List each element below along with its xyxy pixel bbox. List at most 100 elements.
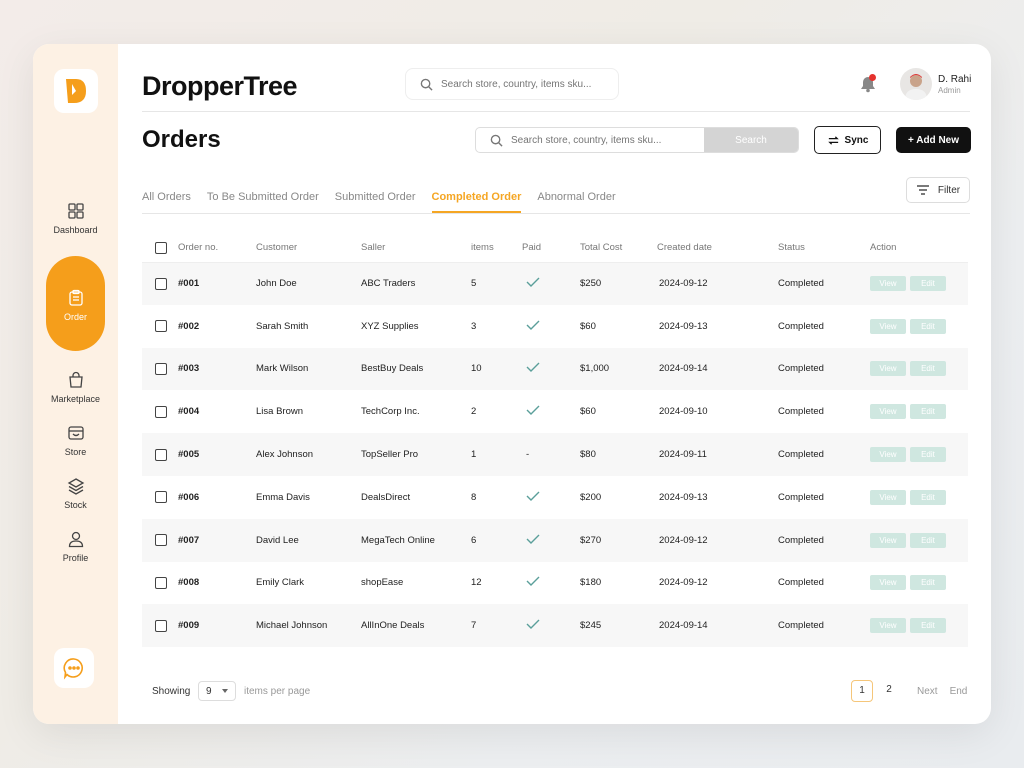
row-checkbox[interactable] <box>155 320 167 333</box>
table-row[interactable]: #001 John Doe ABC Traders 5 $250 2024-09… <box>142 262 968 305</box>
row-checkbox[interactable] <box>155 448 167 461</box>
paid-cell <box>522 347 580 391</box>
table-row[interactable]: #006 Emma Davis DealsDirect 8 $200 2024-… <box>142 476 968 519</box>
filter-label: Filter <box>937 184 961 196</box>
tab-abnormal[interactable]: Abnormal Order <box>537 191 615 213</box>
edit-button[interactable]: Edit <box>910 489 946 505</box>
edit-button[interactable]: Edit <box>910 575 946 591</box>
top-search-box[interactable] <box>405 68 619 100</box>
table-header-row: Order no. Customer Saller items Paid Tot… <box>142 234 968 263</box>
page-2-button[interactable]: 2 <box>878 680 900 702</box>
created-date: 2024-09-12 <box>659 577 708 589</box>
table-row[interactable]: #005 Alex Johnson TopSeller Pro 1 - $80 … <box>142 433 968 476</box>
end-page-link[interactable]: End <box>950 686 968 697</box>
total-cost: $200 <box>580 491 602 503</box>
seller-name: ABC Traders <box>361 262 471 305</box>
view-button[interactable]: View <box>870 532 906 548</box>
order-number: #008 <box>178 577 200 589</box>
col-seller: Saller <box>361 234 471 263</box>
search-button[interactable]: Search <box>704 128 798 152</box>
created-date: 2024-09-13 <box>659 320 708 332</box>
sidebar-item-marketplace[interactable]: Marketplace <box>33 371 118 404</box>
view-button[interactable]: View <box>870 361 906 377</box>
top-search-input[interactable] <box>441 78 601 90</box>
items-count: 8 <box>471 491 477 503</box>
sidebar-item-dashboard[interactable]: Dashboard <box>33 202 118 235</box>
check-icon <box>526 405 540 416</box>
table-row[interactable]: #007 David Lee MegaTech Online 6 $270 20… <box>142 518 968 562</box>
action-cell: View Edit <box>870 518 968 562</box>
app-logo[interactable] <box>54 69 98 113</box>
row-checkbox[interactable] <box>155 362 167 375</box>
add-new-button[interactable]: + Add New <box>896 127 971 153</box>
edit-button[interactable]: Edit <box>910 618 946 634</box>
sync-label: Sync <box>844 134 869 146</box>
row-checkbox[interactable] <box>155 576 167 589</box>
orders-table: Order no. Customer Saller items Paid Tot… <box>142 234 968 648</box>
action-cell: View Edit <box>870 262 968 305</box>
orders-search-input[interactable] <box>511 134 701 146</box>
view-button[interactable]: View <box>870 575 906 591</box>
table-row[interactable]: #002 Sarah Smith XYZ Supplies 3 $60 2024… <box>142 305 968 348</box>
col-customer: Customer <box>256 234 361 263</box>
items-count: 3 <box>471 320 477 332</box>
edit-button[interactable]: Edit <box>910 532 946 548</box>
row-checkbox[interactable] <box>155 405 167 418</box>
tab-all-orders[interactable]: All Orders <box>142 191 191 213</box>
customer-name: Emma Davis <box>256 491 310 503</box>
view-button[interactable]: View <box>870 276 906 292</box>
view-button[interactable]: View <box>870 318 906 334</box>
col-total-cost: Total Cost <box>580 234 657 263</box>
sidebar-item-label: Profile <box>62 553 89 563</box>
row-checkbox[interactable] <box>155 491 167 504</box>
clipboard-icon <box>68 289 83 306</box>
check-icon <box>526 576 540 587</box>
table-row[interactable]: #004 Lisa Brown TechCorp Inc. 2 $60 2024… <box>142 390 968 433</box>
view-button[interactable]: View <box>870 447 906 463</box>
action-cell: View Edit <box>870 562 968 605</box>
store-icon <box>67 426 84 440</box>
edit-button[interactable]: Edit <box>910 404 946 420</box>
select-all-checkbox[interactable] <box>155 241 167 254</box>
chat-button[interactable] <box>54 648 94 688</box>
sidebar-item-store[interactable]: Store <box>33 424 118 457</box>
tab-to-be-submitted[interactable]: To Be Submitted Order <box>207 191 319 213</box>
orders-search-box[interactable]: Search <box>475 127 799 153</box>
row-checkbox[interactable] <box>155 277 167 290</box>
status-badge: Completed <box>778 262 870 305</box>
view-button[interactable]: View <box>870 618 906 634</box>
table-row[interactable]: #008 Emily Clark shopEase 12 $180 2024-0… <box>142 562 968 605</box>
avatar[interactable] <box>900 68 932 100</box>
sidebar-item-order[interactable]: Order <box>46 256 105 351</box>
action-cell: View Edit <box>870 347 968 391</box>
tab-completed[interactable]: Completed Order <box>431 191 522 213</box>
sidebar-item-profile[interactable]: Profile <box>33 530 118 563</box>
total-cost: $245 <box>580 604 657 648</box>
edit-button[interactable]: Edit <box>910 276 946 292</box>
per-page-select[interactable]: 9 <box>198 681 236 701</box>
items-count: 2 <box>471 406 477 418</box>
sync-button[interactable]: Sync <box>814 126 881 154</box>
seller-name: AllInOne Deals <box>361 604 471 648</box>
view-button[interactable]: View <box>870 489 906 505</box>
edit-button[interactable]: Edit <box>910 447 946 463</box>
view-button[interactable]: View <box>870 404 906 420</box>
status-badge: Completed <box>778 518 870 562</box>
droppertree-logo-icon <box>66 79 86 103</box>
filter-button[interactable]: Filter <box>906 177 970 203</box>
showing-label: Showing <box>152 686 191 697</box>
table-row[interactable]: #003 Mark Wilson BestBuy Deals 10 $1,000… <box>142 347 968 391</box>
sidebar-item-label: Dashboard <box>53 225 98 235</box>
total-cost: $80 <box>580 433 657 476</box>
page-1-button[interactable]: 1 <box>851 680 873 702</box>
edit-button[interactable]: Edit <box>910 361 946 377</box>
table-row[interactable]: #009 Michael Johnson AllInOne Deals 7 $2… <box>142 604 968 648</box>
order-number: #002 <box>178 320 200 332</box>
seller-name: BestBuy Deals <box>361 347 471 391</box>
row-checkbox[interactable] <box>155 534 167 547</box>
next-page-link[interactable]: Next <box>917 686 938 697</box>
edit-button[interactable]: Edit <box>910 318 946 334</box>
row-checkbox[interactable] <box>155 619 167 632</box>
tab-submitted[interactable]: Submitted Order <box>335 191 416 213</box>
sidebar-item-stock[interactable]: Stock <box>33 477 118 510</box>
